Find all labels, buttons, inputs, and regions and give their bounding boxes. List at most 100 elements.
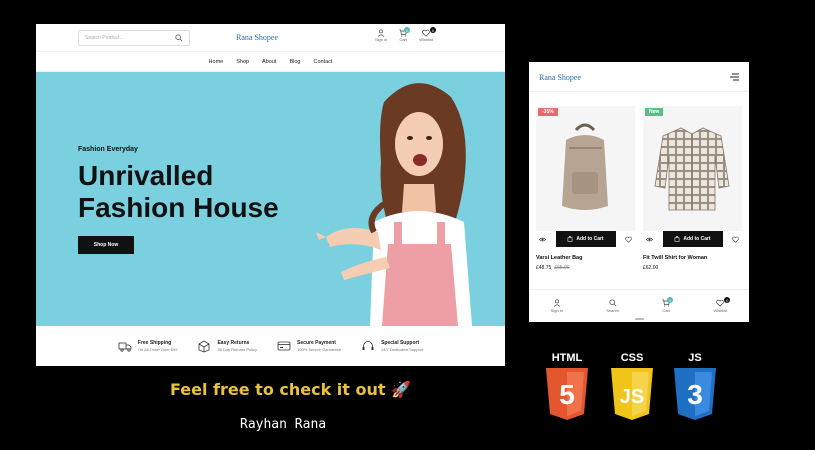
current-price: £62.00 xyxy=(643,265,659,271)
product-image[interactable]: -35% xyxy=(536,106,635,231)
add-to-cart-button[interactable]: Add to Cart xyxy=(662,231,723,247)
sign-in-button[interactable]: Sign in xyxy=(375,29,387,42)
wishlist-badge: 0 xyxy=(430,27,436,33)
plaid-shirt-image xyxy=(654,127,730,211)
desktop-mockup: Rana Shopee Sign in 0 Cart 0 Wishlist Ho… xyxy=(36,24,505,366)
nav-home[interactable]: Home xyxy=(209,59,224,65)
nav-about[interactable]: About xyxy=(262,59,276,65)
add-to-cart-label: Add to Cart xyxy=(683,236,711,242)
feature-subtitle: On All Order Over $99 xyxy=(137,347,178,352)
tech-badge-css: CSS JS xyxy=(609,352,655,420)
feature-easy-returns: Easy Returns 30 Day Returns Policy xyxy=(197,339,257,353)
box-return-icon xyxy=(199,340,210,353)
wishlist-button[interactable]: 0 Wishlist xyxy=(419,27,436,42)
tab-sign-in[interactable]: Sign in xyxy=(551,299,563,313)
feature-secure-payment: Secure Payment 100% Secure Gaurantee xyxy=(277,339,341,353)
product-card[interactable]: -35% Add to Cart Varsi Leather Bag £48.7… xyxy=(536,106,635,271)
headset-icon xyxy=(362,341,374,350)
feature-subtitle: 100% Secure Gaurantee xyxy=(297,347,342,352)
caption-text: Feel free to check it out 🚀 xyxy=(170,380,412,399)
home-indicator xyxy=(635,318,644,320)
product-price: £48.75 £65.00 xyxy=(536,265,635,271)
cart-badge: 0 xyxy=(404,27,411,33)
wishlist-label: Wishlist xyxy=(419,37,433,42)
tab-search[interactable]: Search xyxy=(606,299,619,313)
feature-title: Free Shipping xyxy=(137,340,172,346)
css3-shield-icon: 3 xyxy=(674,368,716,420)
search-icon xyxy=(609,299,616,307)
eye-icon[interactable] xyxy=(646,236,653,243)
brand-logo[interactable]: Rana Shopee xyxy=(236,33,278,42)
feature-special-support: Special Support 24/7 Dedicated Support xyxy=(361,339,423,353)
features-bar: Free Shipping On All Order Over $99 Easy … xyxy=(36,326,505,366)
mobile-mockup: Rana Shopee -35% Add to Cart Varsi Leath… xyxy=(529,62,749,322)
tech-badge-html: HTML 5 xyxy=(544,352,590,420)
backpack-image xyxy=(562,123,608,210)
product-card[interactable]: New Add to Cart Fit Twill Shirt for Woma… xyxy=(643,106,742,271)
old-price: £65.00 xyxy=(554,265,570,271)
add-to-cart-label: Add to Cart xyxy=(576,236,604,242)
tech-digit: JS xyxy=(620,386,644,408)
heart-icon[interactable] xyxy=(625,236,632,243)
product-actions: Add to Cart xyxy=(536,231,635,247)
bag-icon xyxy=(675,236,680,242)
author-name: Rayhan Rana xyxy=(240,417,327,432)
hero-model-image xyxy=(316,83,472,326)
tech-digit: 3 xyxy=(687,379,703,410)
wishlist-badge: 0 xyxy=(724,297,731,303)
tech-label: JS xyxy=(688,352,702,364)
product-name[interactable]: Varsi Leather Bag xyxy=(536,255,635,261)
shop-now-button[interactable]: Shop Now xyxy=(78,236,134,254)
hero-kicker: Fashion Everyday xyxy=(78,146,138,153)
feature-free-shipping: Free Shipping On All Order Over $99 xyxy=(118,339,178,353)
feature-title: Easy Returns xyxy=(217,340,250,346)
js-shield-icon: JS xyxy=(611,368,653,420)
nav-shop[interactable]: Shop xyxy=(236,59,249,65)
add-to-cart-button[interactable]: Add to Cart xyxy=(555,231,616,247)
hero-title: Unrivalled Fashion House xyxy=(78,160,279,223)
tech-label: HTML xyxy=(551,352,583,364)
feature-title: Special Support xyxy=(381,340,420,346)
tab-label: Cart xyxy=(662,308,670,313)
product-image[interactable]: New xyxy=(643,106,742,231)
product-grid: -35% Add to Cart Varsi Leather Bag £48.7… xyxy=(536,106,742,271)
cart-badge: 0 xyxy=(667,297,674,303)
product-actions: Add to Cart xyxy=(643,231,742,247)
heart-icon[interactable] xyxy=(732,236,739,243)
feature-subtitle: 30 Day Returns Policy xyxy=(217,347,258,352)
cart-button[interactable]: 0 Cart xyxy=(399,27,411,42)
truck-icon xyxy=(118,342,132,352)
mobile-header: Rana Shopee xyxy=(529,62,749,92)
header-icons: Sign in 0 Cart 0 Wishlist xyxy=(375,27,436,42)
mobile-brand-logo[interactable]: Rana Shopee xyxy=(539,73,581,82)
heart-icon xyxy=(716,299,725,307)
tab-cart[interactable]: 0 Cart xyxy=(662,297,674,313)
user-icon xyxy=(378,29,385,37)
html5-shield-icon: 5 xyxy=(546,368,588,420)
tech-digit: 5 xyxy=(559,379,575,410)
tab-label: Wishlist xyxy=(713,308,728,313)
tab-wishlist[interactable]: 0 Wishlist xyxy=(713,297,731,313)
cart-label: Cart xyxy=(399,37,407,42)
hero-banner: Fashion Everyday Unrivalled Fashion Hous… xyxy=(36,72,505,326)
heart-icon xyxy=(422,29,430,37)
feature-title: Secure Payment xyxy=(297,340,336,346)
sign-in-label: Sign in xyxy=(374,37,388,42)
search-input[interactable] xyxy=(85,35,176,41)
credit-card-icon xyxy=(277,341,291,351)
product-name[interactable]: Fit Twill Shirt for Woman xyxy=(643,255,742,261)
hamburger-menu-icon[interactable] xyxy=(730,73,739,81)
nav-blog[interactable]: Blog xyxy=(289,59,300,65)
desktop-topbar: Rana Shopee Sign in 0 Cart 0 Wishlist xyxy=(36,24,505,52)
tech-badge-js: JS 3 xyxy=(672,352,718,420)
bag-icon xyxy=(568,236,573,242)
search-icon[interactable] xyxy=(175,34,183,42)
nav-contact[interactable]: Contact xyxy=(313,59,332,65)
product-price: £62.00 xyxy=(643,265,742,271)
tech-label: CSS xyxy=(620,352,644,364)
search-box[interactable] xyxy=(78,30,190,46)
current-price: £48.75 xyxy=(536,265,552,271)
user-icon xyxy=(553,299,560,307)
tab-label: Search xyxy=(606,308,619,313)
eye-icon[interactable] xyxy=(539,236,546,243)
